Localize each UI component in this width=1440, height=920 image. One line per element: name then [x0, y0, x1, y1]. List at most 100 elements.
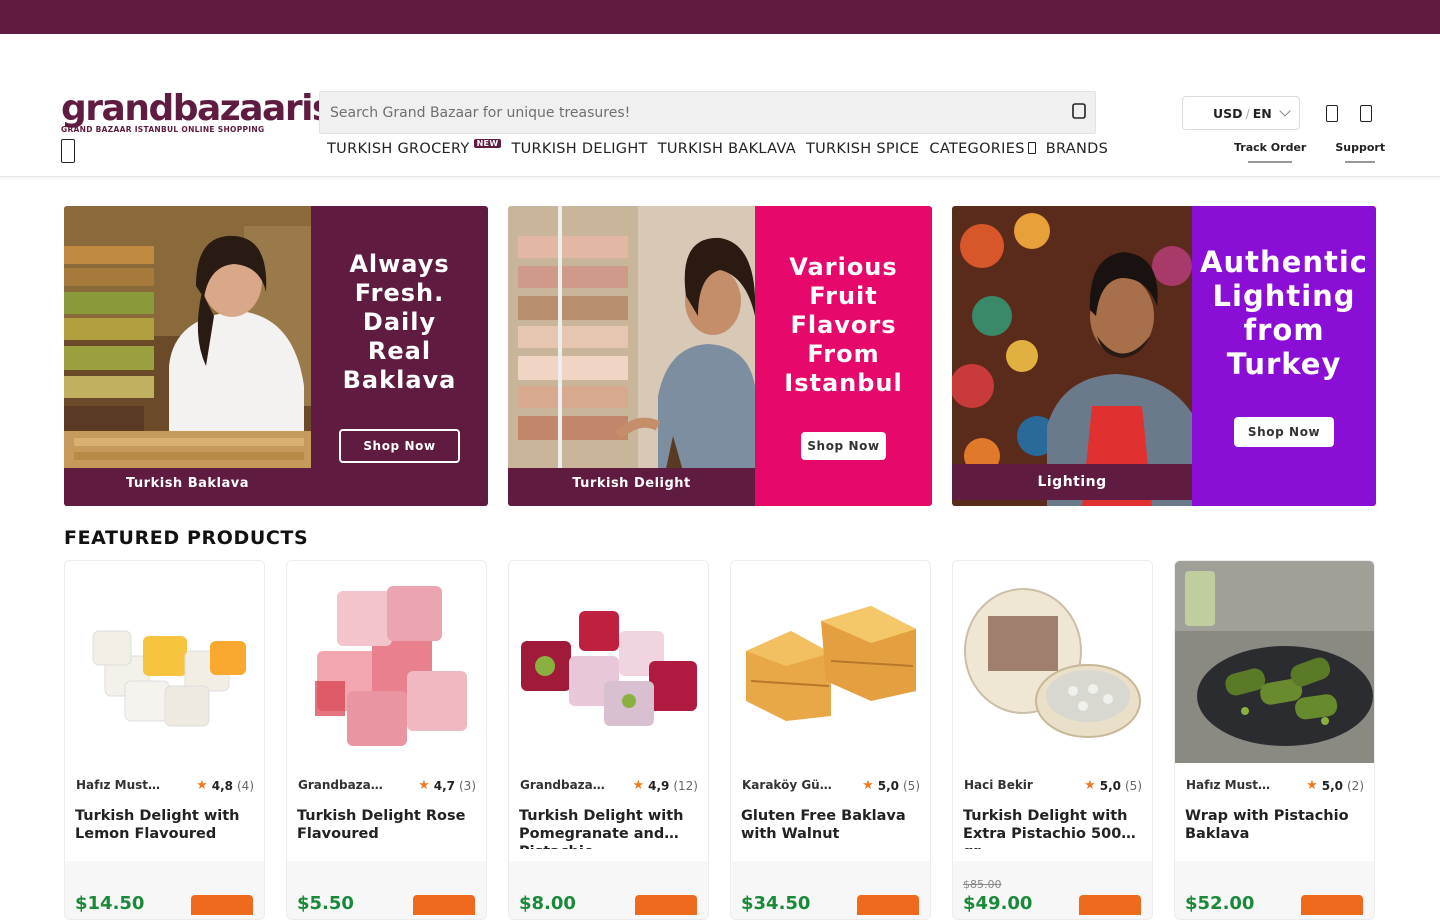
banner-title-line: Various — [789, 252, 898, 281]
product-price: $14.50 — [75, 893, 145, 914]
banner-text: Various Fruit Flavors From Istanbul Shop… — [755, 206, 932, 506]
nav-categories[interactable]: CATEGORIES — [929, 141, 1036, 157]
logo-wordmark: grandbazaarist — [61, 88, 349, 129]
add-to-cart-button[interactable] — [635, 895, 697, 915]
banner-lighting[interactable]: Lighting Authentic Lighting from Turkey … — [952, 206, 1376, 506]
add-to-cart-button[interactable] — [413, 895, 475, 915]
product-name[interactable]: Turkish Delight with Extra Pistachio 500… — [953, 793, 1152, 849]
search-icon[interactable] — [1072, 103, 1086, 119]
rating-count: (2) — [1347, 778, 1364, 793]
banner-title-line: Authentic — [1200, 245, 1368, 279]
product-card[interactable]: Karaköy Güllüoğlu ★5,0 (5) Gluten Free Ba… — [730, 560, 931, 920]
product-card[interactable]: Grandbazaarist ★4,7 (3) Turkish Delight R… — [286, 560, 487, 920]
product-price: $52.00 — [1185, 893, 1255, 914]
product-image — [953, 561, 1152, 763]
product-rating: ★ 5,0 (5) — [1084, 778, 1142, 793]
product-image — [731, 561, 930, 763]
product-name[interactable]: Turkish Delight with Lemon Flavoured — [65, 793, 264, 849]
banner-title-line: Real — [367, 336, 432, 365]
shop-now-button[interactable]: Shop Now — [1233, 417, 1335, 447]
nav-turkish-spice[interactable]: TURKISH SPICE — [806, 141, 919, 157]
track-order-link[interactable]: Track Order — [1234, 141, 1306, 163]
rating-count: (5) — [903, 778, 920, 793]
banner-title-line: Daily — [362, 307, 437, 336]
star-icon: ★ — [862, 778, 874, 793]
product-brand[interactable]: Grandbazaarist — [520, 778, 612, 793]
banner-baklava[interactable]: Turkish Baklava Always Fresh. Daily Real… — [64, 206, 488, 506]
language-label: EN — [1252, 106, 1272, 121]
shop-now-button[interactable]: Shop Now — [339, 428, 460, 463]
product-card[interactable]: Hafız Mustafa ★ 4,8 (4) Turkish Delight wi… — [64, 560, 265, 920]
nav-brands[interactable]: BRANDS — [1046, 141, 1108, 157]
account-icon[interactable] — [1326, 105, 1338, 122]
banner-title-line: Lighting — [1212, 279, 1356, 313]
product-brand[interactable]: Grandbazaarist — [298, 778, 390, 793]
banner-title-line: Flavors — [790, 310, 897, 339]
product-meta: Hafız Mustafa ★ 5,0 (2) — [1175, 763, 1374, 793]
product-rating: ★ 5,0 (2) — [1306, 778, 1364, 793]
banner-title-line: Fresh. — [354, 278, 445, 307]
promo-banners: Turkish Baklava Always Fresh. Daily Real… — [64, 206, 1376, 506]
banner-text: Authentic Lighting from Turkey Shop Now — [1192, 206, 1376, 506]
product-brand[interactable]: Haci Bekir — [964, 778, 1033, 793]
product-rating: ★ 4,9 (12) — [632, 778, 698, 793]
product-image — [509, 561, 708, 763]
star-icon: ★ — [418, 778, 430, 793]
product-name[interactable]: Gluten Free Baklava with Walnut — [731, 793, 930, 849]
product-price: $5.50 — [297, 893, 354, 914]
product-card[interactable]: Haci Bekir ★ 5,0 (5) Turkish Delight with … — [952, 560, 1153, 920]
product-meta: Hafız Mustafa ★ 4,8 (4) — [65, 763, 264, 793]
product-name[interactable]: Turkish Delight Rose Flavoured — [287, 793, 486, 849]
rating-score: 5,0 — [877, 778, 899, 793]
banner-image: Turkish Baklava — [64, 206, 311, 506]
banner-title-line: Baklava — [342, 365, 457, 394]
product-image — [287, 561, 486, 763]
product-footer: $52.00 — [1175, 861, 1374, 919]
star-icon: ★ — [196, 778, 208, 793]
banner-caption: Lighting — [952, 464, 1193, 500]
banner-image: Lighting — [952, 206, 1193, 506]
banner-turkish-delight[interactable]: Turkish Delight Various Fruit Flavors Fr… — [508, 206, 932, 506]
product-meta: Grandbazaarist ★4,9(12) — [509, 763, 708, 793]
product-price: $34.50 — [741, 893, 811, 914]
banner-title: Various Fruit Flavors From Istanbul — [784, 253, 902, 398]
star-icon: ★ — [632, 778, 645, 793]
nav-label: TURKISH GROCERY — [327, 141, 470, 157]
product-card[interactable]: Grandbazaarist ★4,9(12) Turkish Delight … — [508, 560, 709, 920]
product-card[interactable]: Hafız Mustafa ★ 5,0 (2) Wrap with Pistachi… — [1174, 560, 1375, 920]
product-meta: Haci Bekir ★ 5,0 (5) — [953, 763, 1152, 793]
product-brand[interactable]: Karaköy Güllüoğlu — [742, 778, 834, 793]
new-badge: NEW — [473, 139, 502, 148]
rating-count: (5) — [1125, 778, 1142, 793]
banner-title-line: Fruit — [809, 281, 878, 310]
product-name[interactable]: Turkish Delight with Pomegranate and Pis… — [509, 793, 708, 849]
product-rating: ★ 5,0 (5) — [862, 778, 920, 793]
banner-title: Always Fresh. Daily Real Baklava — [343, 250, 457, 395]
banner-caption: Turkish Baklava — [64, 468, 311, 506]
product-price: $49.00 — [963, 893, 1033, 914]
rating-count: (3) — [459, 778, 476, 793]
product-rating: ★ 4,7 (3) — [418, 778, 476, 793]
nav-turkish-grocery[interactable]: TURKISH GROCERY NEW — [327, 139, 502, 157]
menu-icon[interactable] — [61, 139, 75, 163]
product-brand[interactable]: Hafız Mustafa — [76, 778, 168, 793]
add-to-cart-button[interactable] — [1301, 895, 1363, 915]
add-to-cart-button[interactable] — [857, 895, 919, 915]
star-icon: ★ — [1306, 778, 1318, 793]
site-header: grandbazaarist GRAND BAZAAR ISTANBUL ONL… — [0, 34, 1440, 134]
cart-icon[interactable] — [1360, 105, 1372, 122]
banner-image: Turkish Delight — [508, 206, 755, 506]
star-icon: ★ — [1084, 778, 1096, 793]
product-image — [1175, 561, 1374, 763]
nav-turkish-delight[interactable]: TURKISH DELIGHT — [511, 141, 647, 157]
product-footer: $8.00 — [509, 861, 708, 919]
add-to-cart-button[interactable] — [1079, 895, 1141, 915]
add-to-cart-button[interactable] — [191, 895, 253, 915]
product-name[interactable]: Wrap with Pistachio Baklava — [1175, 793, 1374, 849]
product-brand[interactable]: Hafız Mustafa — [1186, 778, 1278, 793]
support-link[interactable]: Support — [1335, 141, 1385, 163]
nav-turkish-baklava[interactable]: TURKISH BAKLAVA — [658, 141, 796, 157]
product-rating: ★ 4,8 (4) — [196, 778, 254, 793]
dropdown-icon — [1027, 142, 1036, 154]
shop-now-button[interactable]: Shop Now — [801, 431, 886, 460]
